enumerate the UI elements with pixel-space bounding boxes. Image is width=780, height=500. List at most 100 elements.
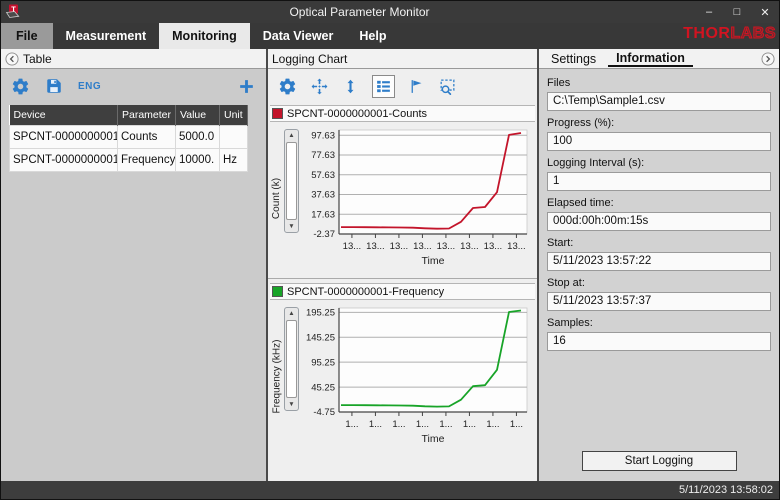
tab-information[interactable]: Information	[608, 50, 693, 67]
scrollbar-thumb[interactable]	[286, 320, 297, 398]
scrollbar-track[interactable]	[285, 319, 298, 399]
column-header-value: Value	[176, 105, 220, 126]
field-value[interactable]: 5/11/2023 13:57:37	[547, 292, 771, 311]
menu-tab-file[interactable]: File	[1, 23, 53, 49]
menu-tab-measurement[interactable]: Measurement	[53, 23, 160, 49]
menu-tab-data-viewer[interactable]: Data Viewer	[250, 23, 347, 49]
svg-text:13...: 13...	[390, 241, 409, 252]
scrollbar-thumb[interactable]	[286, 142, 297, 220]
status-datetime: 5/11/2023 13:58:02	[679, 484, 773, 496]
plus-icon	[237, 77, 256, 96]
window-title: Optical Parameter Monitor	[24, 5, 695, 19]
y-axis-scrollbar[interactable]: ▲ ▼	[284, 129, 299, 233]
svg-text:195.25: 195.25	[306, 308, 335, 319]
pan-button[interactable]	[310, 77, 329, 96]
svg-text:1...: 1...	[463, 419, 476, 430]
field-label: Progress (%):	[547, 117, 771, 129]
field-value[interactable]: 1	[547, 172, 771, 191]
frequency-chart[interactable]: 195.25145.2595.2545.25-4.751...1...1...1…	[299, 300, 533, 450]
svg-text:13...: 13...	[460, 241, 479, 252]
counts-chart-block: SPCNT-0000000001-Counts Count (k) ▲ ▼ 97…	[268, 103, 537, 279]
chart-panel-header: Logging Chart	[268, 49, 537, 69]
table-toolbar: ENG	[1, 69, 266, 103]
frequency-legend[interactable]: SPCNT-0000000001-Frequency	[270, 283, 535, 300]
app-icon: T	[4, 4, 24, 20]
device-table-body: SPCNT-0000000001Counts5000.0SPCNT-000000…	[10, 126, 248, 172]
legend-label: SPCNT-0000000001-Counts	[287, 108, 427, 120]
menu-tab-help[interactable]: Help	[346, 23, 399, 49]
table-settings-button[interactable]	[11, 77, 30, 96]
table-cell[interactable]: Frequency	[118, 149, 176, 172]
vertical-scale-button[interactable]	[342, 77, 359, 96]
gear-icon	[11, 77, 30, 96]
column-header-device: Device	[10, 105, 118, 126]
svg-text:13...: 13...	[437, 241, 456, 252]
eng-units-button[interactable]: ENG	[78, 81, 101, 92]
field-value[interactable]: C:\Temp\Sample1.csv	[547, 92, 771, 111]
chart-settings-button[interactable]	[278, 77, 297, 96]
scroll-up-button[interactable]: ▲	[285, 308, 298, 319]
menu-tab-monitoring[interactable]: Monitoring	[159, 23, 250, 49]
thorlabs-logo: THORLABS	[683, 25, 776, 43]
field-value[interactable]: 16	[547, 332, 771, 351]
info-fields: FilesC:\Temp\Sample1.csvProgress (%):100…	[539, 69, 779, 353]
minimize-button[interactable]: –	[695, 1, 723, 23]
tab-settings[interactable]: Settings	[543, 51, 604, 66]
table-cell[interactable]: Hz	[220, 149, 248, 172]
field-value[interactable]: 000d:00h:00m:15s	[547, 212, 771, 231]
table-cell[interactable]: Counts	[118, 126, 176, 149]
counts-legend[interactable]: SPCNT-0000000001-Counts	[270, 105, 535, 122]
flag-icon	[408, 77, 425, 96]
svg-text:-4.75: -4.75	[313, 407, 335, 418]
table-cell[interactable]: 5000.0	[176, 126, 220, 149]
field-label: Elapsed time:	[547, 197, 771, 209]
menu-bar: File Measurement Monitoring Data Viewer …	[1, 23, 779, 49]
title-bar: T Optical Parameter Monitor – □ ✕	[1, 1, 779, 23]
svg-text:1...: 1...	[392, 419, 405, 430]
table-row[interactable]: SPCNT-0000000001Counts5000.0	[10, 126, 248, 149]
collapse-panel-button[interactable]	[5, 52, 19, 66]
chevron-left-icon	[5, 52, 19, 66]
device-table: Device Parameter Value Unit SPCNT-000000…	[9, 105, 248, 172]
y-axis-scrollbar[interactable]: ▲ ▼	[284, 307, 299, 411]
scroll-down-button[interactable]: ▼	[285, 221, 298, 232]
scrollbar-track[interactable]	[285, 141, 298, 221]
add-parameter-button[interactable]	[237, 77, 256, 96]
table-cell[interactable]: 10000.	[176, 149, 220, 172]
save-button[interactable]	[45, 77, 63, 95]
legend-list-icon	[375, 78, 392, 95]
scroll-down-button[interactable]: ▼	[285, 399, 298, 410]
maximize-button[interactable]: □	[723, 1, 751, 23]
legend-toggle-button[interactable]	[372, 75, 395, 98]
column-header-unit: Unit	[220, 105, 248, 126]
table-cell[interactable]	[220, 126, 248, 149]
expand-panel-button[interactable]	[761, 52, 775, 66]
column-header-parameter: Parameter	[118, 105, 176, 126]
counts-chart[interactable]: 97.6377.6357.6337.6317.63-2.3713...13...…	[299, 122, 533, 272]
frequency-chart-block: SPCNT-0000000001-Frequency Frequency (kH…	[268, 281, 537, 452]
move-icon	[310, 77, 329, 96]
zoom-select-button[interactable]	[438, 77, 457, 96]
svg-text:145.25: 145.25	[306, 332, 335, 343]
svg-text:97.63: 97.63	[311, 131, 335, 142]
gear-icon	[278, 77, 297, 96]
table-cell[interactable]: SPCNT-0000000001	[10, 126, 118, 149]
svg-text:37.63: 37.63	[311, 190, 335, 201]
field-label: Logging Interval (s):	[547, 157, 771, 169]
field-value[interactable]: 5/11/2023 13:57:22	[547, 252, 771, 271]
svg-text:13...: 13...	[413, 241, 432, 252]
svg-text:45.25: 45.25	[311, 382, 335, 393]
table-cell[interactable]: SPCNT-0000000001	[10, 149, 118, 172]
status-bar: 5/11/2023 13:58:02	[1, 481, 779, 499]
marker-flag-button[interactable]	[408, 77, 425, 96]
app-window: T Optical Parameter Monitor – □ ✕ File M…	[0, 0, 780, 500]
start-logging-button[interactable]: Start Logging	[582, 451, 737, 471]
table-row[interactable]: SPCNT-0000000001Frequency10000.Hz	[10, 149, 248, 172]
save-icon	[45, 77, 63, 95]
main-content: Table ENG Device Paramet	[1, 49, 779, 481]
field-value[interactable]: 100	[547, 132, 771, 151]
close-button[interactable]: ✕	[751, 1, 779, 23]
info-panel: Settings Information Files C:\Temp\Sample…	[539, 49, 779, 481]
scroll-up-button[interactable]: ▲	[285, 130, 298, 141]
field-label: Files	[547, 77, 771, 89]
